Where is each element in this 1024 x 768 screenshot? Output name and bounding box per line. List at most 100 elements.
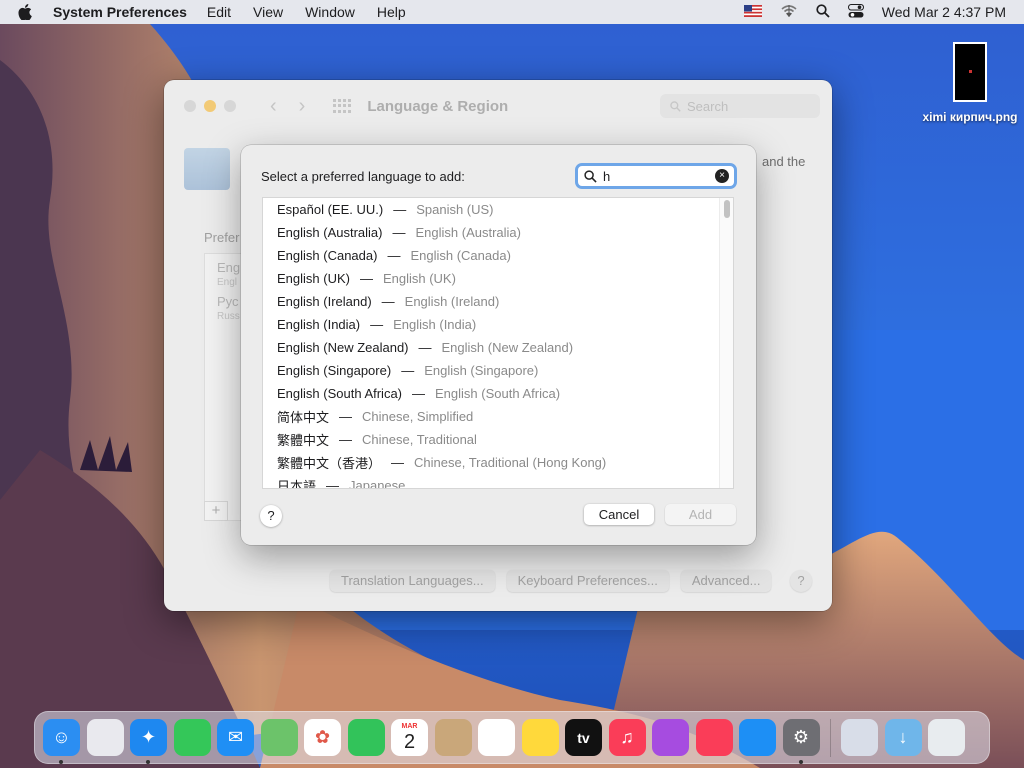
- menu-clock[interactable]: Wed Mar 2 4:37 PM: [882, 4, 1006, 20]
- language-english-name: Chinese, Traditional: [362, 432, 477, 447]
- contacts-icon[interactable]: [434, 719, 472, 756]
- language-native-name: English (Australia): [277, 225, 383, 240]
- menu-help[interactable]: Help: [377, 4, 406, 20]
- menu-edit[interactable]: Edit: [207, 4, 231, 20]
- running-indicator: [798, 760, 803, 764]
- language-native-name: Español (EE. UU.): [277, 202, 384, 217]
- language-native-name: 繁體中文（香港）: [277, 456, 382, 471]
- language-separator: —: [326, 478, 340, 489]
- podcasts-icon[interactable]: [652, 719, 689, 756]
- calendar-month-label: MAR: [401, 722, 418, 730]
- list-item[interactable]: 繁體中文（香港） — Chinese, Traditional (Hong Kong…: [263, 451, 733, 474]
- dock: ☺ ✦ ✉ ✿ MAR 2 tv ♫ ⚙ ↓: [34, 711, 990, 764]
- us-flag-icon[interactable]: [743, 4, 762, 20]
- downloads-folder-icon[interactable]: ↓: [884, 719, 922, 756]
- list-item[interactable]: 日本語 — Japanese: [263, 474, 733, 489]
- menu-window[interactable]: Window: [305, 4, 355, 20]
- menu-app-name[interactable]: System Preferences: [53, 4, 187, 20]
- messages-icon[interactable]: [173, 719, 211, 756]
- sheet-help-button[interactable]: ?: [260, 505, 282, 527]
- sheet-prompt-label: Select a preferred language to add:: [261, 169, 465, 184]
- notes-icon[interactable]: [521, 719, 559, 756]
- photos-icon[interactable]: ✿: [304, 719, 341, 756]
- finder-icon[interactable]: ☺: [43, 719, 80, 764]
- calendar-day-label: 2: [403, 730, 416, 753]
- list-item[interactable]: English (South Africa) — English (South Af…: [263, 382, 733, 405]
- language-separator: —: [392, 225, 406, 240]
- language-native-name: English (Ireland): [277, 294, 372, 309]
- calendar-icon[interactable]: MAR 2: [391, 719, 428, 756]
- mail-icon[interactable]: ✉: [217, 719, 254, 756]
- language-english-name: English (South Africa): [435, 386, 561, 401]
- language-native-name: English (Singapore): [277, 363, 392, 378]
- language-list-scrollbar[interactable]: [719, 198, 733, 488]
- language-native-name: 简体中文: [277, 410, 330, 425]
- safari-icon[interactable]: ✦: [130, 719, 167, 764]
- control-center-icon[interactable]: [847, 3, 864, 21]
- preview-icon[interactable]: [841, 719, 878, 756]
- language-native-name: English (New Zealand): [277, 340, 409, 355]
- launchpad-icon[interactable]: [86, 719, 124, 756]
- language-native-name: 繁體中文: [277, 433, 330, 448]
- facetime-icon[interactable]: [347, 719, 385, 756]
- language-english-name: English (UK): [382, 271, 456, 286]
- desktop-file-name: ximi кирпич.png: [922, 110, 1018, 124]
- language-english-name: Spanish (US): [416, 202, 494, 217]
- menu-bar: System Preferences Edit View Window Help…: [0, 0, 1024, 24]
- language-english-name: English (India): [393, 317, 477, 332]
- trash-icon[interactable]: [928, 719, 965, 756]
- wifi-icon[interactable]: [780, 4, 798, 21]
- spotlight-search-icon[interactable]: [816, 3, 830, 21]
- language-separator: —: [339, 409, 353, 424]
- language-separator: —: [401, 363, 415, 378]
- language-list[interactable]: Español (EE. UU.) — Spanish (US) English (A…: [262, 197, 734, 489]
- file-thumbnail-icon: [953, 42, 987, 102]
- scroll-thumb[interactable]: [724, 200, 730, 218]
- maps-icon[interactable]: [260, 719, 298, 756]
- language-separator: —: [412, 386, 426, 401]
- language-english-name: Japanese: [349, 478, 406, 489]
- tv-label: tv: [577, 729, 590, 746]
- cancel-button[interactable]: Cancel: [584, 504, 654, 525]
- running-indicator: [146, 760, 150, 764]
- clear-search-icon[interactable]: ×: [715, 169, 729, 183]
- list-item[interactable]: English (India) — English (India): [263, 313, 733, 336]
- language-search-input[interactable]: [603, 168, 703, 184]
- language-separator: —: [391, 455, 405, 470]
- list-item[interactable]: Español (EE. UU.) — Spanish (US): [263, 198, 733, 221]
- language-english-name: English (Canada): [410, 248, 511, 263]
- system-preferences-icon[interactable]: ⚙: [782, 719, 820, 764]
- language-separator: —: [370, 317, 384, 332]
- menu-view[interactable]: View: [253, 4, 283, 20]
- language-native-name: English (UK): [277, 271, 350, 286]
- running-indicator: [59, 760, 63, 764]
- language-english-name: Chinese, Traditional (Hong Kong): [414, 455, 607, 470]
- language-search-field[interactable]: ×: [575, 163, 737, 189]
- apple-menu-icon[interactable]: [18, 4, 38, 20]
- language-english-name: English (Australia): [415, 225, 522, 240]
- language-english-name: English (Ireland): [404, 294, 500, 309]
- list-item[interactable]: 繁體中文 — Chinese, Traditional: [263, 428, 733, 451]
- list-item[interactable]: English (New Zealand) — English (New Zeala…: [263, 336, 733, 359]
- list-item[interactable]: English (Ireland) — English (Ireland): [263, 290, 733, 313]
- reminders-icon[interactable]: [478, 719, 515, 756]
- dock-separator: [830, 718, 831, 757]
- language-english-name: English (New Zealand): [441, 340, 574, 355]
- list-item[interactable]: English (Singapore) — English (Singapore): [263, 359, 733, 382]
- app-store-icon[interactable]: [739, 719, 776, 756]
- language-separator: —: [393, 202, 407, 217]
- news-icon[interactable]: [695, 719, 733, 756]
- desktop-file[interactable]: ximi кирпич.png: [916, 42, 1024, 124]
- add-button[interactable]: Add: [665, 504, 736, 525]
- add-language-sheet: Select a preferred language to add: × Es…: [241, 145, 756, 545]
- list-item[interactable]: English (Australia) — English (Australia): [263, 221, 733, 244]
- list-item[interactable]: English (Canada) — English (Canada): [263, 244, 733, 267]
- language-native-name: English (Canada): [277, 248, 378, 263]
- list-item[interactable]: English (UK) — English (UK): [263, 267, 733, 290]
- list-item[interactable]: 简体中文 — Chinese, Simplified: [263, 405, 733, 428]
- language-english-name: Chinese, Simplified: [362, 409, 474, 424]
- tv-icon[interactable]: tv: [565, 719, 602, 756]
- music-icon[interactable]: ♫: [608, 719, 646, 756]
- language-native-name: 日本語: [277, 479, 317, 489]
- language-separator: —: [339, 432, 353, 447]
